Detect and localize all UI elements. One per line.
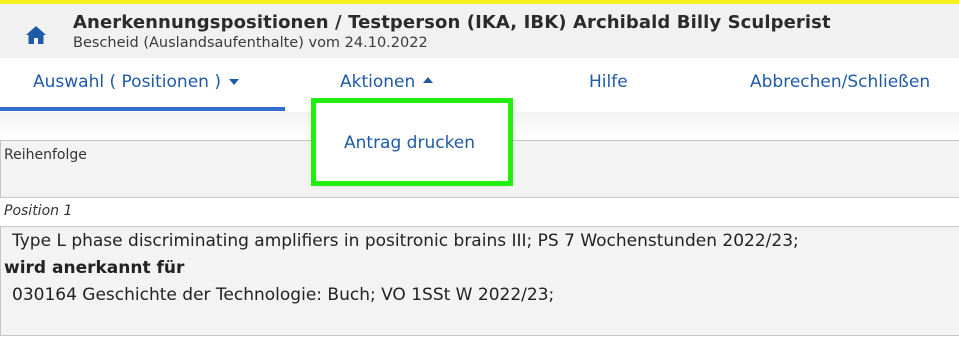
target-course-text: 030164 Geschichte der Technologie: Buch;… <box>12 285 555 305</box>
menu-item-antrag-drucken[interactable]: Antrag drucken <box>344 133 475 153</box>
reihenfolge-label: Reihenfolge <box>4 147 87 163</box>
nav-aktionen[interactable]: Aktionen <box>340 72 434 92</box>
nav-abbrechen-schliessen[interactable]: Abbrechen/Schließen <box>750 72 930 92</box>
nav-abbrechen-label: Abbrechen/Schließen <box>750 72 931 92</box>
page-subtitle: Bescheid (Auslandsaufenthalte) vom 24.10… <box>73 35 428 51</box>
source-course-text: Type L phase discriminating amplifiers i… <box>12 231 799 251</box>
aktionen-dropdown-menu: Antrag drucken <box>313 100 509 182</box>
active-tab-indicator <box>0 107 285 111</box>
nav-hilfe[interactable]: Hilfe <box>589 72 628 92</box>
recognized-for-label: wird anerkannt für <box>4 258 185 278</box>
page-title: Anerkennungspositionen / Testperson (IKA… <box>73 12 831 33</box>
page-header: Anerkennungspositionen / Testperson (IKA… <box>0 4 959 58</box>
nav-auswahl-positionen[interactable]: Auswahl ( Positionen ) <box>33 72 239 92</box>
nav-auswahl-label: Auswahl ( Positionen ) <box>33 72 221 92</box>
home-icon[interactable] <box>25 25 47 45</box>
caret-up-icon <box>423 77 434 83</box>
caret-down-icon <box>228 79 239 85</box>
nav-aktionen-label: Aktionen <box>340 72 416 92</box>
position-label: Position 1 <box>4 203 73 219</box>
nav-hilfe-label: Hilfe <box>589 72 628 92</box>
